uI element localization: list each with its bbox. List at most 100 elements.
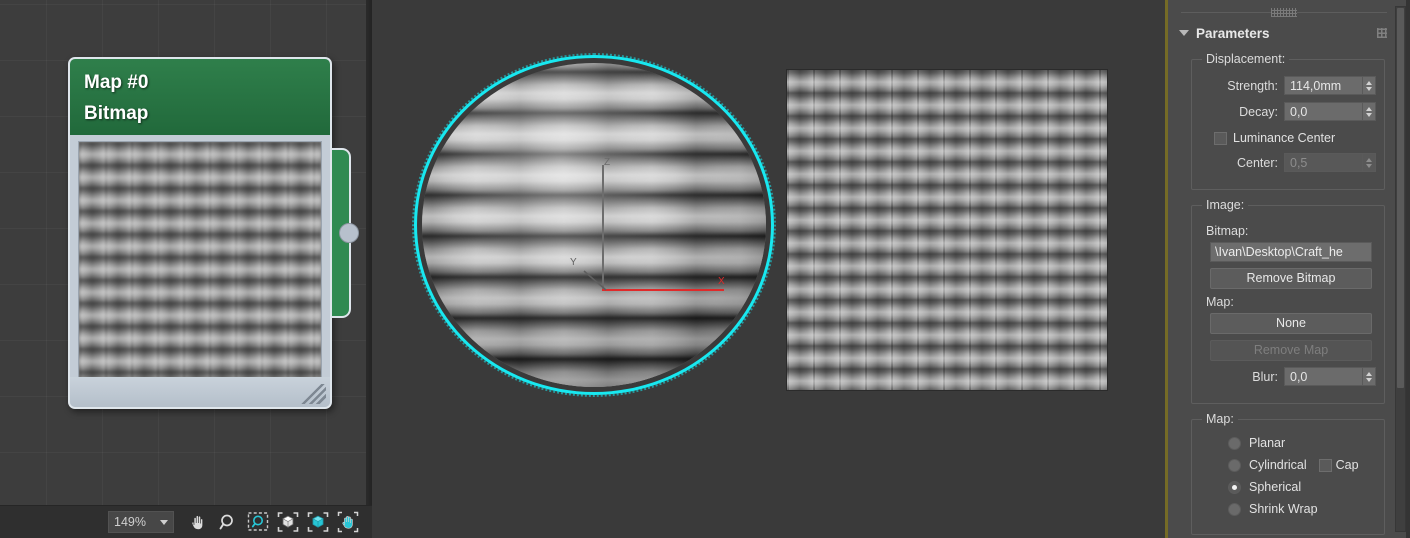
luminance-center-row[interactable]: Luminance Center xyxy=(1214,131,1376,145)
map-option-cylindrical[interactable]: Cylindrical Cap xyxy=(1228,458,1376,472)
luminance-center-label: Luminance Center xyxy=(1233,131,1336,145)
zoom-tool-button[interactable] xyxy=(214,508,242,536)
map-option-planar[interactable]: Planar xyxy=(1228,436,1376,450)
strength-row: Strength: 114,0mm xyxy=(1200,76,1376,95)
pan-active-tool-button[interactable] xyxy=(334,508,362,536)
plane-surface xyxy=(787,70,1107,390)
planar-radio[interactable] xyxy=(1228,436,1241,450)
blur-spinner-arrows-icon[interactable] xyxy=(1362,368,1375,385)
blur-spinner[interactable]: 0,0 xyxy=(1284,367,1376,386)
blur-label: Blur: xyxy=(1252,369,1278,384)
map-group-label: Map: xyxy=(1206,412,1234,426)
zoom-level-value: 149% xyxy=(114,515,146,529)
plane-woven-texture xyxy=(787,70,1107,390)
axis-y-label: Y xyxy=(570,257,577,268)
rollout-grip-icon[interactable] xyxy=(1377,28,1387,38)
chevron-down-icon xyxy=(160,519,168,525)
pan-tool-button[interactable] xyxy=(184,508,212,536)
command-panel: Parameters Displacement: Strength: 114,0… xyxy=(1165,0,1410,538)
displaced-sphere-object[interactable]: Z X Y xyxy=(412,53,776,397)
blur-value[interactable]: 0,0 xyxy=(1285,370,1362,384)
rollout-title: Parameters xyxy=(1196,25,1270,41)
decay-value[interactable]: 0,0 xyxy=(1285,105,1362,119)
slate-bottom-toolbar: 149% xyxy=(0,505,372,538)
map-group: Map: Planar Cylindrical Cap Spherical Sh… xyxy=(1191,412,1385,535)
axis-z-label: Z xyxy=(604,157,611,168)
node-title-bar: Map #0 Bitmap xyxy=(70,59,330,135)
cap-checkbox-row[interactable]: Cap xyxy=(1318,458,1359,472)
zoom-extents-selected-tool-button[interactable] xyxy=(304,508,332,536)
bitmap-map-node[interactable]: Map #0 Bitmap xyxy=(68,57,332,409)
strength-spinner-arrows-icon[interactable] xyxy=(1362,77,1375,94)
drag-handle-icon[interactable] xyxy=(1271,8,1297,17)
node-subtitle-text: Bitmap xyxy=(84,103,149,124)
hand-icon xyxy=(191,515,204,530)
command-panel-content: Parameters Displacement: Strength: 114,0… xyxy=(1173,0,1395,538)
node-thumbnail[interactable] xyxy=(78,141,322,381)
axis-x-line xyxy=(602,289,724,291)
rollout-header-parameters[interactable]: Parameters xyxy=(1173,20,1395,46)
cap-label: Cap xyxy=(1335,458,1359,472)
slate-material-editor[interactable]: Map #0 Bitmap 149% xyxy=(0,0,372,538)
map-option-shrink-wrap[interactable]: Shrink Wrap xyxy=(1228,502,1376,516)
remove-map-button: Remove Map xyxy=(1210,340,1372,361)
cylindrical-label: Cylindrical xyxy=(1249,458,1307,472)
decay-row: Decay: 0,0 xyxy=(1200,102,1376,121)
map-option-spherical[interactable]: Spherical xyxy=(1228,480,1376,494)
zoom-extents-tool-button[interactable] xyxy=(274,508,302,536)
node-output-connector-icon[interactable] xyxy=(339,223,359,243)
map-slot-button[interactable]: None xyxy=(1210,313,1372,334)
zoom-extents-icon xyxy=(277,512,299,532)
rollout-drag-divider[interactable] xyxy=(1181,8,1387,20)
decay-label: Decay: xyxy=(1239,104,1278,119)
displacement-group: Displacement: Strength: 114,0mm Decay: 0… xyxy=(1191,52,1385,190)
zoom-level-combobox[interactable]: 149% xyxy=(108,511,174,533)
image-group-label: Image: xyxy=(1206,198,1245,212)
luminance-center-checkbox[interactable] xyxy=(1214,131,1227,145)
panel-right-edge xyxy=(1406,0,1410,538)
decay-spinner[interactable]: 0,0 xyxy=(1284,102,1376,121)
blur-row: Blur: 0,0 xyxy=(1200,367,1376,386)
transform-gizmo[interactable]: Z X Y xyxy=(570,155,732,300)
bitmap-label: Bitmap: xyxy=(1206,224,1249,238)
node-body xyxy=(70,135,330,407)
shrink-wrap-radio[interactable] xyxy=(1228,502,1241,516)
node-footer xyxy=(70,377,330,407)
strength-value[interactable]: 114,0mm xyxy=(1285,79,1362,93)
spherical-label: Spherical xyxy=(1249,480,1302,494)
bitmap-path-field[interactable]: \Ivan\Desktop\Craft_he xyxy=(1210,242,1372,262)
map-sub-label: Map: xyxy=(1206,295,1234,309)
remove-bitmap-button[interactable]: Remove Bitmap xyxy=(1210,268,1372,289)
center-spinner-arrows-icon[interactable] xyxy=(1362,154,1375,171)
node-title-text: Map #0 xyxy=(84,72,149,93)
viewport[interactable]: Z X Y xyxy=(372,0,1165,538)
planar-label: Planar xyxy=(1249,436,1286,450)
node-resize-grip-icon[interactable] xyxy=(300,384,326,404)
scrollbar-thumb[interactable] xyxy=(1397,8,1404,388)
woven-texture-preview xyxy=(79,142,321,380)
zoom-extents-selected-icon xyxy=(307,512,329,532)
decay-spinner-arrows-icon[interactable] xyxy=(1362,103,1375,120)
center-spinner[interactable]: 0,5 xyxy=(1284,153,1376,172)
center-label: Center: xyxy=(1237,155,1278,170)
center-value[interactable]: 0,5 xyxy=(1285,156,1362,170)
hand-active-icon xyxy=(337,511,359,533)
cylindrical-radio[interactable] xyxy=(1228,458,1241,472)
image-group: Image: Bitmap: \Ivan\Desktop\Craft_he Re… xyxy=(1191,198,1385,404)
axis-y-line xyxy=(583,270,607,291)
triangle-down-icon xyxy=(1179,30,1189,36)
displaced-plane-object[interactable] xyxy=(787,70,1107,390)
zoom-region-tool-button[interactable] xyxy=(244,508,272,536)
strength-label: Strength: xyxy=(1227,78,1278,93)
cap-checkbox[interactable] xyxy=(1318,458,1332,472)
strength-spinner[interactable]: 114,0mm xyxy=(1284,76,1376,95)
center-row: Center: 0,5 xyxy=(1200,153,1376,172)
application-window: Map #0 Bitmap 149% Z X Y Parameters Disp… xyxy=(0,0,1410,538)
displacement-group-label: Displacement: xyxy=(1206,52,1286,66)
zoom-region-icon xyxy=(247,512,269,531)
spherical-radio[interactable] xyxy=(1228,480,1241,494)
axis-x-label: X xyxy=(718,276,725,287)
command-panel-scrollbar[interactable] xyxy=(1395,6,1406,532)
shrink-wrap-label: Shrink Wrap xyxy=(1249,502,1318,516)
magnifier-icon xyxy=(219,514,233,530)
